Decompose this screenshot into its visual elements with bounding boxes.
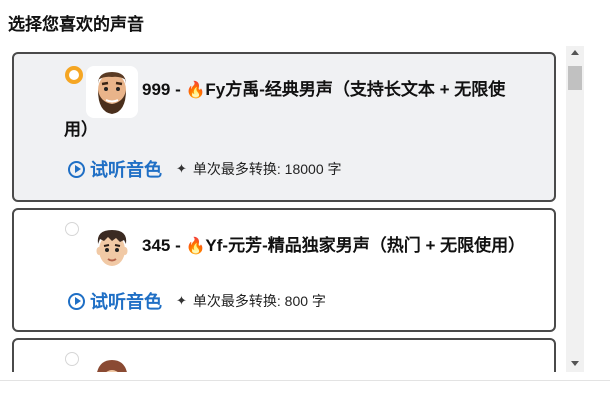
flame-icon: 🔥	[185, 82, 206, 99]
conversion-limit: 单次最多转换: 800 字	[192, 293, 326, 309]
voice-name-continued: 用）	[64, 120, 98, 139]
voice-option-partial[interactable]	[12, 338, 556, 372]
listen-button-999[interactable]: 试听音色	[68, 156, 162, 182]
listen-label: 试听音色	[90, 292, 162, 312]
conversion-limit: 单次最多转换: 18000 字	[192, 161, 342, 177]
voice-title-345: 345 - 🔥Yf-元芳-精品独家男声（热门 + 无限使用）	[142, 226, 525, 267]
voice-radio-999[interactable]	[65, 66, 83, 84]
play-circle-icon	[68, 160, 85, 178]
divider	[0, 380, 610, 381]
voice-name: Yf-元芳-精品独家男声（热门 + 无限使用）	[205, 236, 526, 255]
scroll-down-arrow-icon[interactable]	[571, 361, 579, 366]
voice-actions-345: 试听音色 ✦ 单次最多转换: 800 字	[68, 288, 326, 314]
voice-list: 999 - 🔥Fy方禹-经典男声（支持长文本 + 无限使 用） 试听音色 ✦ 单…	[8, 46, 564, 372]
voice-radio-345[interactable]	[65, 222, 79, 236]
scroll-up-arrow-icon[interactable]	[571, 50, 579, 55]
voice-radio-partial[interactable]	[65, 352, 79, 366]
play-circle-icon	[68, 292, 85, 310]
voice-id: 345 -	[142, 236, 186, 255]
voice-option-999[interactable]: 999 - 🔥Fy方禹-经典男声（支持长文本 + 无限使 用） 试听音色 ✦ 单…	[12, 52, 556, 202]
vertical-scrollbar[interactable]	[566, 46, 584, 372]
voice-actions-999: 试听音色 ✦ 单次最多转换: 18000 字	[68, 156, 342, 182]
listen-label: 试听音色	[90, 160, 162, 180]
flame-icon: 🔥	[185, 238, 206, 255]
voice-option-345[interactable]: 345 - 🔥Yf-元芳-精品独家男声（热门 + 无限使用） 试听音色 ✦ 单次…	[12, 208, 556, 332]
sparkle-icon: ✦	[176, 293, 187, 308]
sparkle-icon: ✦	[176, 161, 187, 176]
page-title: 选择您喜欢的声音	[8, 15, 144, 34]
listen-button-345[interactable]: 试听音色	[68, 288, 162, 314]
scroll-thumb[interactable]	[568, 66, 582, 90]
voice-name: Fy方禹-经典男声（支持长文本 + 无限使	[205, 80, 506, 99]
woman-avatar	[86, 352, 138, 372]
voice-title-999: 999 - 🔥Fy方禹-经典男声（支持长文本 + 无限使	[142, 70, 505, 111]
young-man-avatar	[86, 222, 138, 274]
voice-id: 999 -	[142, 80, 186, 99]
